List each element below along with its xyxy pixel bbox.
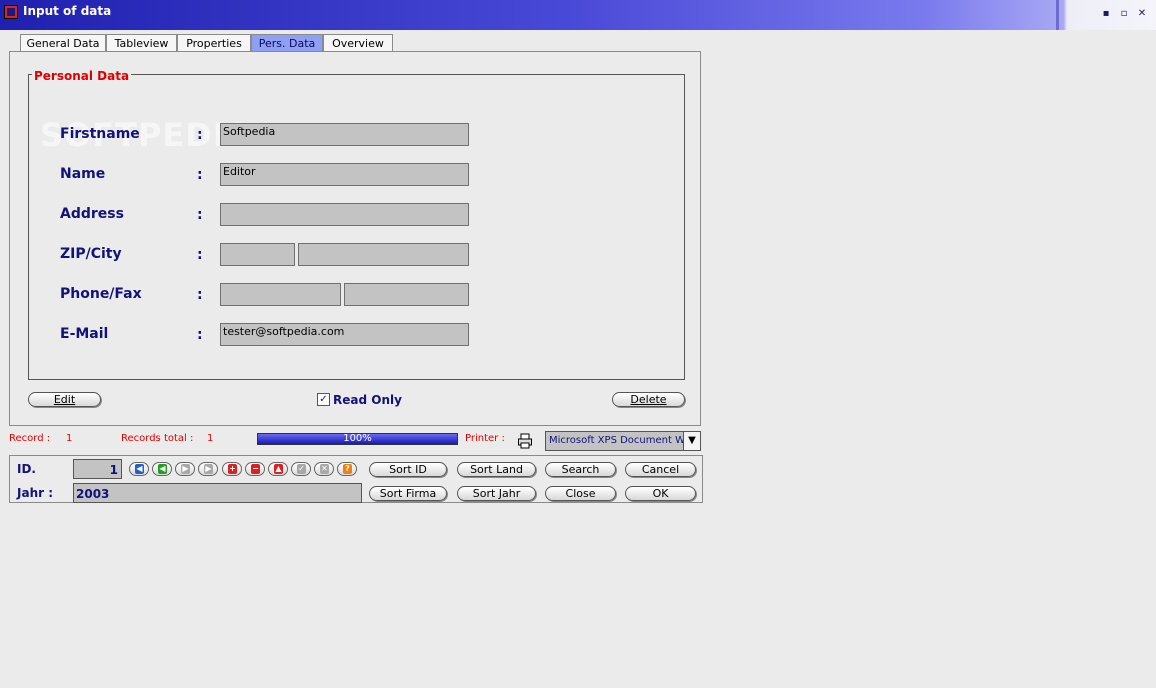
printer-icon[interactable] (517, 433, 533, 453)
phone-fax-label: Phone/Fax (60, 286, 142, 302)
colon: : (197, 127, 203, 143)
id-label: ID. (17, 462, 36, 476)
address-label: Address (60, 206, 124, 222)
last-record-icon: ▶ (204, 464, 213, 474)
close-icon[interactable]: ✕ (1135, 7, 1149, 21)
close-button[interactable]: Close (545, 486, 616, 501)
chevron-down-icon[interactable]: ▼ (683, 431, 701, 451)
tab-properties[interactable]: Properties (177, 34, 251, 51)
fax-field[interactable] (344, 283, 469, 306)
first-record-button[interactable]: ◀ (129, 462, 149, 476)
app-icon[interactable] (4, 5, 18, 19)
triangle-up-icon: ▲ (274, 464, 283, 474)
zip-city-label: ZIP/City (60, 246, 122, 262)
window-title: Input of data (23, 4, 112, 18)
sort-land-button[interactable]: Sort Land (457, 462, 536, 477)
prev-record-icon: ◀ (158, 464, 167, 474)
read-only-label: Read Only (333, 393, 402, 407)
firstname-field[interactable]: Softpedia (220, 123, 469, 146)
delete-button-label: Delete (630, 393, 667, 406)
cancel-record-button[interactable]: ✕ (314, 462, 334, 476)
edit-record-button[interactable]: ▲ (268, 462, 288, 476)
jahr-field[interactable]: 2003 (73, 483, 362, 503)
colon: : (197, 287, 203, 303)
jahr-label: Jahr : (17, 486, 53, 500)
delete-record-button[interactable]: − (245, 462, 265, 476)
sort-jahr-button[interactable]: Sort Jahr (457, 486, 536, 501)
next-record-button[interactable]: ▶ (175, 462, 195, 476)
id-field[interactable]: 1 (73, 459, 122, 479)
refresh-record-button[interactable]: ? (337, 462, 357, 476)
firstname-label: Firstname (60, 126, 140, 142)
colon: : (197, 327, 203, 343)
edit-button[interactable]: Edit (28, 392, 101, 407)
delete-button[interactable]: Delete (612, 392, 685, 407)
last-record-button[interactable]: ▶ (198, 462, 218, 476)
record-value: 1 (66, 433, 73, 444)
maximize-icon[interactable]: ▫ (1117, 7, 1131, 21)
read-only-checkbox[interactable]: ✓ (317, 393, 330, 406)
name-field[interactable]: Editor (220, 163, 469, 186)
question-icon: ? (343, 464, 352, 474)
ok-button[interactable]: OK (625, 486, 696, 501)
zip-field[interactable] (220, 243, 295, 266)
name-label: Name (60, 166, 106, 182)
address-field[interactable] (220, 203, 469, 226)
colon: : (197, 247, 203, 263)
group-title: Personal Data (32, 69, 132, 83)
printer-label: Printer : (465, 433, 505, 444)
search-button[interactable]: Search (545, 462, 616, 477)
record-label: Record : (9, 433, 51, 444)
records-total-value: 1 (207, 433, 214, 444)
colon: : (197, 207, 203, 223)
next-record-icon: ▶ (181, 464, 190, 474)
post-record-button[interactable]: ✓ (291, 462, 311, 476)
tab-general-data[interactable]: General Data (20, 34, 106, 51)
phone-field[interactable] (220, 283, 341, 306)
first-record-icon: ◀ (135, 464, 144, 474)
progress-text: 100% (343, 433, 372, 444)
records-total-label: Records total : (121, 433, 194, 444)
city-field[interactable] (298, 243, 469, 266)
minus-icon: − (251, 464, 260, 474)
cancel-button[interactable]: Cancel (625, 462, 696, 477)
email-field[interactable]: tester@softpedia.com (220, 323, 469, 346)
prev-record-button[interactable]: ◀ (152, 462, 172, 476)
add-record-button[interactable]: + (222, 462, 242, 476)
email-label: E-Mail (60, 326, 109, 342)
minimize-icon[interactable]: ▪ (1099, 7, 1113, 21)
check-icon: ✓ (297, 464, 306, 474)
colon: : (197, 167, 203, 183)
tab-pers-data[interactable]: Pers. Data (251, 34, 323, 52)
edit-button-label: Edit (53, 393, 76, 406)
plus-icon: + (228, 464, 237, 474)
tab-tableview[interactable]: Tableview (106, 34, 177, 51)
sort-firma-button[interactable]: Sort Firma (369, 486, 447, 501)
x-icon: ✕ (320, 464, 329, 474)
title-separator (1056, 0, 1059, 30)
sort-id-button[interactable]: Sort ID (369, 462, 447, 477)
printer-select[interactable]: Microsoft XPS Document W (545, 431, 701, 451)
tab-overview[interactable]: Overview (323, 34, 393, 51)
progress-bar: 100% (257, 433, 458, 445)
title-bar (0, 0, 1156, 30)
